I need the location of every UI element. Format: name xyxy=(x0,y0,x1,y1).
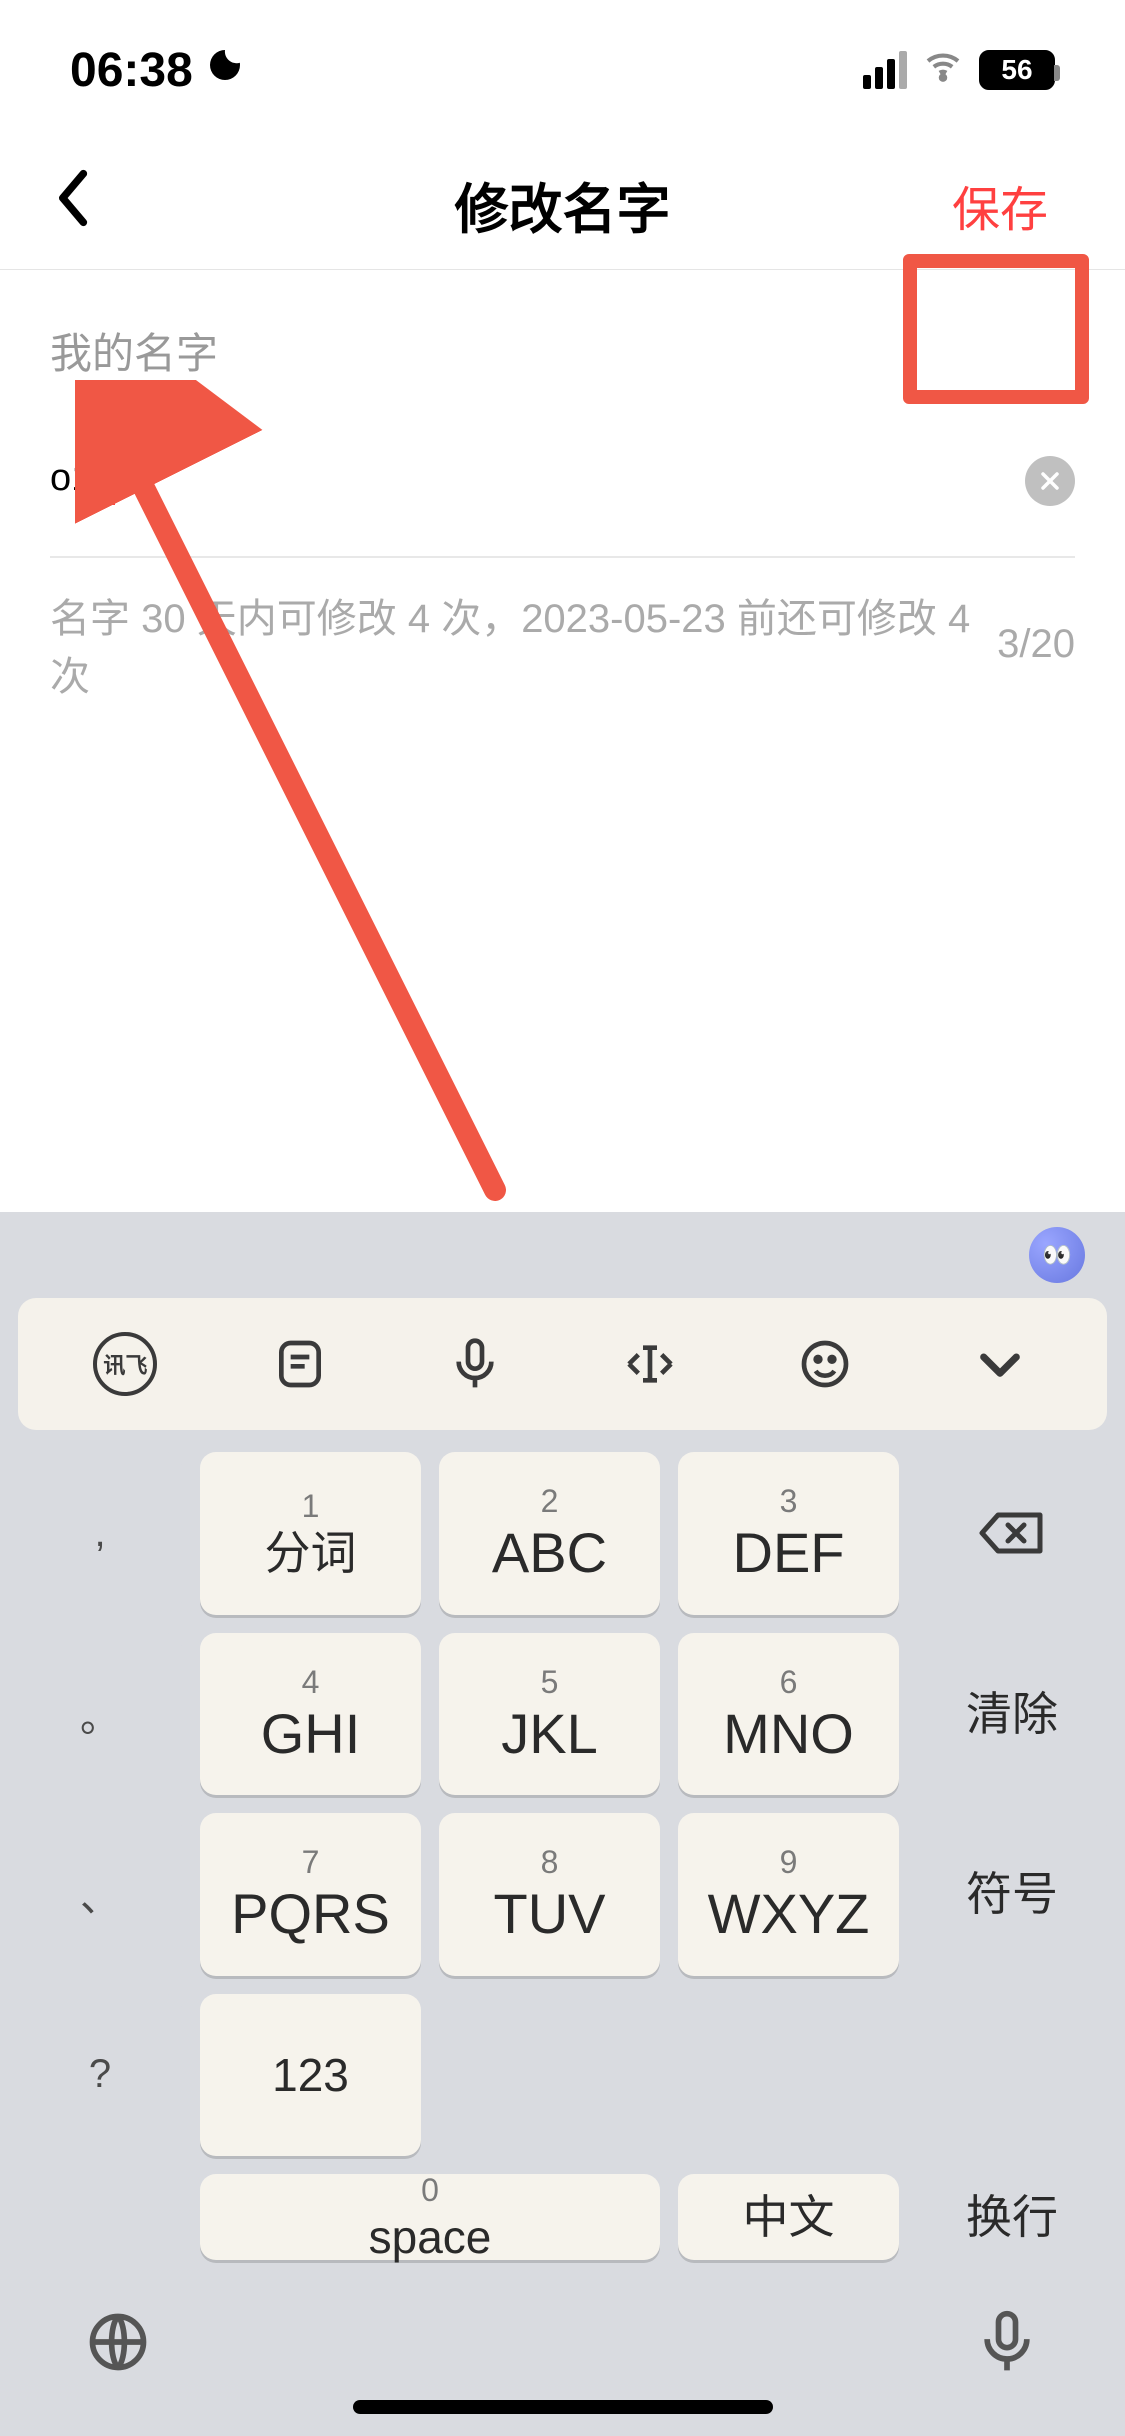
divider xyxy=(50,556,1075,558)
key-1-fenci[interactable]: 1分词 xyxy=(200,1452,421,1615)
keyboard-grid: , 1分词 2ABC 3DEF 。 4GHI 5JKL 6MNO 清除 、 7P… xyxy=(0,1430,1125,2278)
key-4-ghi[interactable]: 4GHI xyxy=(200,1633,421,1796)
clipboard-button[interactable] xyxy=(268,1332,332,1396)
key-question[interactable]: ? xyxy=(18,1994,182,2157)
save-button[interactable]: 保存 xyxy=(920,152,1080,258)
name-input[interactable]: o12 xyxy=(50,457,115,506)
keyboard: 👀 讯飞 , 1分词 2ABC 3DEF 。 4GHI 5JKL 6MN xyxy=(0,1212,1125,2436)
cursor-move-button[interactable] xyxy=(618,1332,682,1396)
text-cursor xyxy=(111,465,115,505)
key-language[interactable]: 中文 xyxy=(678,2174,899,2260)
page-title: 修改名字 xyxy=(455,165,671,244)
status-bar: 06:38 56 xyxy=(0,0,1125,140)
dictation-button[interactable] xyxy=(969,2304,1045,2380)
home-indicator[interactable] xyxy=(353,2400,773,2414)
key-8-tuv[interactable]: 8TUV xyxy=(439,1813,660,1976)
clock-time: 06:38 xyxy=(70,43,193,98)
content-area: 我的名字 o12 名字 30 天内可修改 4 次，2023-05-23 前还可修… xyxy=(0,270,1125,702)
voice-input-button[interactable] xyxy=(443,1332,507,1396)
key-clear[interactable]: 清除 xyxy=(917,1633,1107,1796)
signal-icon xyxy=(863,51,907,89)
key-period[interactable]: 。 xyxy=(18,1633,182,1796)
key-5-jkl[interactable]: 5JKL xyxy=(439,1633,660,1796)
key-symbols[interactable]: 符号 xyxy=(917,1813,1107,1976)
globe-button[interactable] xyxy=(80,2304,156,2380)
ime-brand-button[interactable]: 讯飞 xyxy=(93,1332,157,1396)
key-6-mno[interactable]: 6MNO xyxy=(678,1633,899,1796)
key-7-pqrs[interactable]: 7PQRS xyxy=(200,1813,421,1976)
dnd-moon-icon xyxy=(205,45,245,95)
key-2-abc[interactable]: 2ABC xyxy=(439,1452,660,1615)
key-comma[interactable]: , xyxy=(18,1452,182,1615)
back-button[interactable] xyxy=(45,168,103,242)
key-backspace[interactable] xyxy=(917,1452,1107,1615)
keyboard-toolbar: 讯飞 xyxy=(18,1298,1107,1430)
wifi-icon xyxy=(923,46,963,95)
name-field-label: 我的名字 xyxy=(50,320,1075,381)
name-input-value: o12 xyxy=(50,457,113,499)
status-left: 06:38 xyxy=(70,43,245,98)
char-counter: 3/20 xyxy=(997,622,1075,667)
key-9-wxyz[interactable]: 9WXYZ xyxy=(678,1813,899,1976)
collapse-keyboard-button[interactable] xyxy=(968,1332,1032,1396)
status-right: 56 xyxy=(863,46,1055,95)
keyboard-mascot-icon[interactable]: 👀 xyxy=(1029,1227,1085,1283)
key-3-def[interactable]: 3DEF xyxy=(678,1452,899,1615)
battery-icon: 56 xyxy=(979,50,1055,90)
key-backtick[interactable]: 、 xyxy=(18,1813,182,1976)
emoji-button[interactable] xyxy=(793,1332,857,1396)
keyboard-header: 👀 xyxy=(0,1212,1125,1298)
name-input-row: o12 xyxy=(50,416,1075,546)
key-enter[interactable]: 换行 xyxy=(917,2174,1107,2260)
clear-input-button[interactable] xyxy=(1025,456,1075,506)
key-space[interactable]: 0space xyxy=(200,2174,660,2260)
nav-bar: 修改名字 保存 xyxy=(0,140,1125,270)
limit-hint-text: 名字 30 天内可修改 4 次，2023-05-23 前还可修改 4 次 xyxy=(50,586,997,702)
key-123[interactable]: 123 xyxy=(200,1994,421,2157)
hint-row: 名字 30 天内可修改 4 次，2023-05-23 前还可修改 4 次 3/2… xyxy=(50,586,1075,702)
